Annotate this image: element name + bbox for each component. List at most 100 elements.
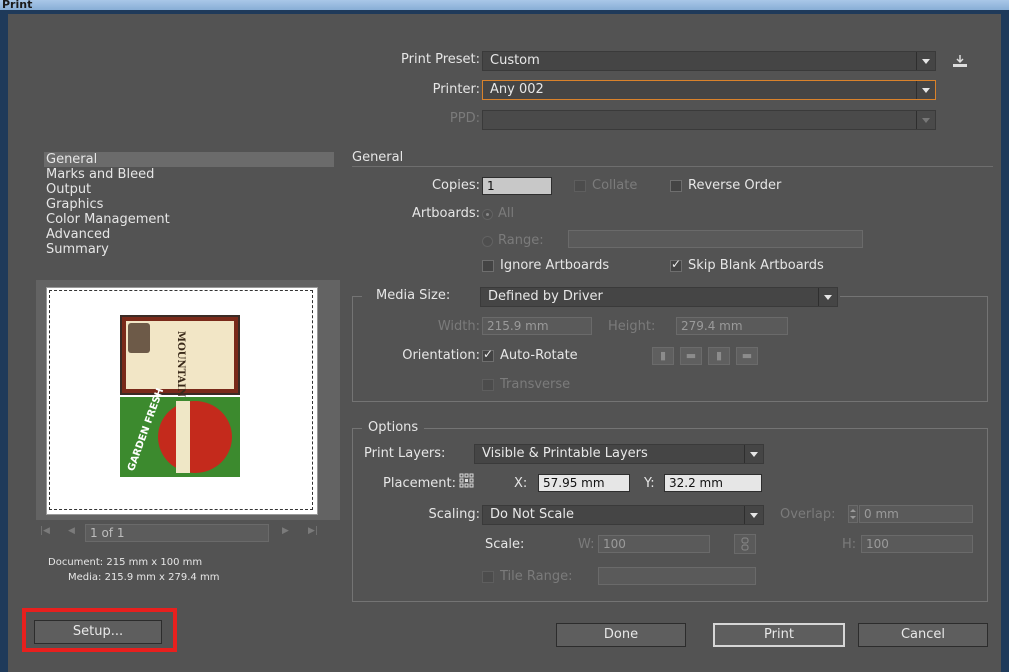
card-2-label-strip xyxy=(176,401,190,473)
collate-checkbox[interactable] xyxy=(574,180,586,192)
media-size-value: Defined by Driver xyxy=(488,289,603,304)
overlap-label: Overlap: xyxy=(780,507,836,522)
placement-y-field[interactable]: 32.2 mm xyxy=(664,474,762,492)
previous-page-icon[interactable]: ◀ xyxy=(68,526,75,536)
last-page-icon[interactable]: ▶| xyxy=(308,526,318,536)
reverse-order-label: Reverse Order xyxy=(688,178,782,193)
options-heading: Options xyxy=(362,420,425,435)
print-preset-value: Custom xyxy=(490,53,540,68)
range-radio[interactable] xyxy=(482,236,493,247)
copies-label: Copies: xyxy=(431,178,480,193)
placement-label: Placement: xyxy=(383,476,456,491)
height-field[interactable]: 279.4 mm xyxy=(676,317,788,335)
transverse-checkbox[interactable] xyxy=(482,379,494,391)
chevron-down-icon xyxy=(916,81,935,99)
auto-rotate-label: Auto-Rotate xyxy=(500,348,578,363)
print-dialog: Print Preset: Custom Printer: Any 002 PP… xyxy=(8,14,1001,672)
placement-x-field[interactable]: 57.95 mm xyxy=(538,474,630,492)
page-number-field[interactable]: 1 of 1 xyxy=(85,524,269,542)
width-field[interactable]: 215.9 mm xyxy=(482,317,592,335)
print-layers-dropdown[interactable]: Visible & Printable Layers xyxy=(474,444,764,464)
scale-label: Scale: xyxy=(485,537,525,552)
flipped-portrait-orientation-icon[interactable]: ▮ xyxy=(708,347,730,365)
nav-item-general[interactable]: General xyxy=(44,152,334,167)
nav-item-color-management[interactable]: Color Management xyxy=(44,212,334,227)
nav-item-advanced[interactable]: Advanced xyxy=(44,227,334,242)
all-artboards-label: All xyxy=(498,206,515,221)
chevron-down-icon xyxy=(916,52,935,70)
print-preset-label: Print Preset: xyxy=(401,52,480,67)
auto-rotate-checkbox[interactable] xyxy=(482,347,494,362)
ppd-dropdown[interactable] xyxy=(482,110,936,130)
ppd-label: PPD: xyxy=(449,111,480,126)
height-label: Height: xyxy=(608,319,656,334)
skip-blank-artboards-label: Skip Blank Artboards xyxy=(688,258,824,273)
general-heading: General xyxy=(352,150,404,165)
setup-button[interactable]: Setup... xyxy=(34,620,162,644)
nav-item-output[interactable]: Output xyxy=(44,182,334,197)
window-title: Print xyxy=(2,0,33,11)
chevron-down-icon xyxy=(744,445,763,463)
artboard-1-preview: MOUNTAIN BLEND xyxy=(120,315,240,442)
overlap-stepper-icon[interactable] xyxy=(848,505,858,523)
chevron-down-icon xyxy=(916,111,935,129)
printer-dropdown[interactable]: Any 002 xyxy=(482,80,936,100)
scaling-value: Do Not Scale xyxy=(490,507,574,522)
done-button[interactable]: Done xyxy=(556,623,686,647)
width-label: Width: xyxy=(437,319,480,334)
media-size-row: Media Size: Defined by Driver xyxy=(362,286,840,308)
range-label: Range: xyxy=(498,233,544,248)
save-preset-icon[interactable] xyxy=(951,53,969,69)
scaling-dropdown[interactable]: Do Not Scale xyxy=(482,505,764,525)
first-page-icon[interactable]: |◀ xyxy=(40,526,50,536)
placement-grid-icon[interactable] xyxy=(459,473,475,489)
next-page-icon[interactable]: ▶ xyxy=(282,526,289,536)
overlap-field[interactable]: 0 mm xyxy=(859,505,973,523)
coffee-photo-image xyxy=(128,323,150,353)
ignore-artboards-checkbox[interactable] xyxy=(482,260,494,272)
printer-label: Printer: xyxy=(432,82,480,97)
page-preview[interactable]: MOUNTAIN BLEND GARDEN FRESH xyxy=(46,287,318,515)
nav-item-graphics[interactable]: Graphics xyxy=(44,197,334,212)
window-titlebar: Print xyxy=(0,0,1009,11)
portrait-orientation-icon[interactable]: ▮ xyxy=(652,347,674,365)
nav-item-marks-and-bleed[interactable]: Marks and Bleed xyxy=(44,167,334,182)
tomatoes-image xyxy=(158,401,232,473)
chevron-down-icon xyxy=(744,506,763,524)
artboard-1-label-area: MOUNTAIN BLEND xyxy=(126,321,234,442)
ignore-artboards-label: Ignore Artboards xyxy=(500,258,610,273)
scale-height-field[interactable]: 100 xyxy=(861,535,973,553)
reverse-order-checkbox[interactable] xyxy=(670,180,682,192)
all-artboards-radio[interactable] xyxy=(482,209,493,220)
artboards-label: Artboards: xyxy=(411,206,480,221)
chevron-down-icon xyxy=(818,288,837,306)
tile-range-label: Tile Range: xyxy=(500,569,573,584)
x-label: X: xyxy=(514,476,528,491)
w-label: W: xyxy=(578,537,595,552)
nav-item-summary[interactable]: Summary xyxy=(44,242,334,257)
document-size-info: Document: 215 mm x 100 mm xyxy=(48,557,203,568)
tile-range-checkbox[interactable] xyxy=(482,571,494,583)
print-button[interactable]: Print xyxy=(713,623,845,647)
printer-value: Any 002 xyxy=(490,82,544,97)
print-preset-dropdown[interactable]: Custom xyxy=(482,51,936,71)
general-divider xyxy=(352,166,993,167)
constrain-proportions-icon[interactable] xyxy=(734,534,756,554)
media-size-label: Media Size: xyxy=(376,288,451,303)
artboard-2-preview: GARDEN FRESH xyxy=(120,387,240,477)
scale-width-field[interactable]: 100 xyxy=(598,535,710,553)
media-size-dropdown[interactable]: Defined by Driver xyxy=(480,287,838,307)
range-field[interactable] xyxy=(568,230,863,248)
flipped-landscape-orientation-icon[interactable]: ▬ xyxy=(736,347,758,365)
cancel-button[interactable]: Cancel xyxy=(858,623,988,647)
copies-field[interactable]: 1 xyxy=(482,177,552,195)
collate-label: Collate xyxy=(592,178,638,193)
orientation-label: Orientation: xyxy=(402,348,480,363)
scaling-label: Scaling: xyxy=(428,507,480,522)
skip-blank-artboards-checkbox[interactable] xyxy=(670,257,682,272)
y-label: Y: xyxy=(644,476,655,491)
tile-range-field[interactable] xyxy=(598,567,756,585)
landscape-orientation-icon[interactable]: ▬ xyxy=(680,347,702,365)
transverse-label: Transverse xyxy=(500,377,571,392)
preview-panel: MOUNTAIN BLEND GARDEN FRESH xyxy=(36,280,340,520)
